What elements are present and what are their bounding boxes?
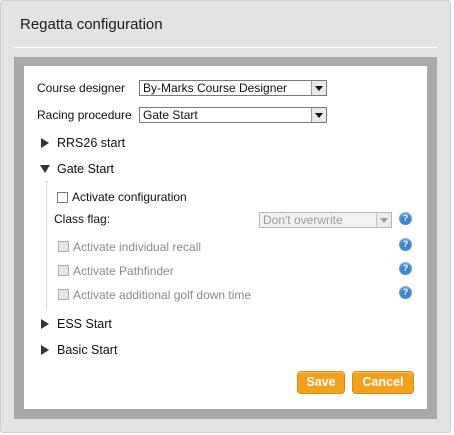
activate-pathfinder-label: Activate Pathfinder — [73, 264, 174, 278]
activate-configuration-label: Activate configuration — [72, 190, 187, 204]
activate-individual-recall-checkbox[interactable] — [58, 241, 69, 252]
activate-golf-down-time-checkbox[interactable] — [58, 289, 69, 300]
save-button[interactable]: Save — [297, 371, 345, 394]
racing-procedure-select[interactable]: Gate Start — [139, 107, 327, 123]
help-icon[interactable]: ? — [399, 212, 412, 225]
chevron-down-icon[interactable] — [311, 81, 326, 95]
racing-procedure-label: Racing procedure — [37, 108, 132, 122]
course-designer-label: Course designer — [37, 81, 126, 95]
class-flag-label: Class flag: — [54, 212, 111, 226]
racing-procedure-value: Gate Start — [143, 108, 198, 122]
course-designer-value: By-Marks Course Designer — [143, 81, 288, 95]
activate-golf-down-time-label: Activate additional golf down time — [73, 288, 252, 302]
section-rrs26-start[interactable]: RRS26 start — [57, 136, 125, 150]
section-guide-line — [46, 181, 47, 309]
class-flag-select[interactable]: Don't overwrite — [259, 212, 392, 228]
activate-pathfinder-checkbox[interactable] — [58, 265, 69, 276]
help-icon[interactable]: ? — [399, 238, 412, 251]
chevron-down-icon[interactable] — [376, 213, 391, 227]
help-icon[interactable]: ? — [399, 262, 412, 275]
section-ess-start[interactable]: ESS Start — [57, 317, 112, 331]
cancel-button[interactable]: Cancel — [352, 371, 414, 394]
class-flag-value: Don't overwrite — [263, 213, 343, 227]
expand-triangle-icon[interactable] — [41, 138, 49, 148]
chevron-down-icon[interactable] — [311, 108, 326, 122]
course-designer-select[interactable]: By-Marks Course Designer — [139, 80, 327, 96]
expand-triangle-icon[interactable] — [41, 319, 49, 329]
help-icon[interactable]: ? — [399, 286, 412, 299]
collapse-triangle-icon[interactable] — [40, 165, 50, 173]
section-basic-start[interactable]: Basic Start — [57, 343, 117, 357]
dialog-title: Regatta configuration — [20, 16, 163, 33]
section-gate-start[interactable]: Gate Start — [57, 162, 114, 176]
activate-individual-recall-label: Activate individual recall — [73, 240, 202, 254]
activate-configuration-checkbox[interactable] — [57, 192, 68, 203]
expand-triangle-icon[interactable] — [41, 345, 49, 355]
title-divider — [14, 47, 437, 48]
